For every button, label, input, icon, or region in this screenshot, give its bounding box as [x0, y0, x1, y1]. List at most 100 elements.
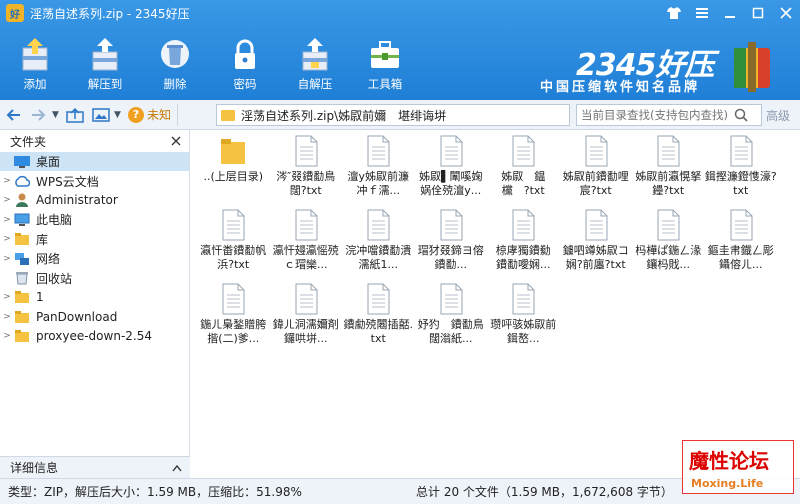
view-dropdown-icon[interactable]: ▼: [114, 110, 124, 120]
view-button[interactable]: [88, 104, 114, 126]
forward-dropdown-icon[interactable]: ▼: [52, 110, 62, 120]
password-button[interactable]: 密码: [210, 32, 280, 96]
text-file-icon: [222, 209, 245, 241]
self-extract-icon: [302, 38, 328, 71]
file-item[interactable]: 姊叞前瀛愰拏鑸?txt: [632, 132, 705, 206]
toolbox-button[interactable]: 工具箱: [350, 32, 420, 96]
forward-button[interactable]: [26, 104, 52, 126]
tree-item-label: proxyee-down-2.54: [36, 329, 152, 344]
expand-arrow-icon[interactable]: >: [0, 312, 14, 322]
path-field[interactable]: 淫荡自述系列.zip\姊叞前嬭 堪绯诲垪: [216, 104, 570, 126]
file-item[interactable]: 鍓摼濂鐙愯濠?txt: [705, 132, 778, 206]
close-button[interactable]: [772, 0, 800, 26]
self-extract-button[interactable]: 自解压: [280, 32, 350, 96]
tree-item-wps-cloud[interactable]: > WPS云文档: [0, 171, 189, 190]
text-file-icon: [295, 209, 318, 241]
close-panel-icon[interactable]: [171, 136, 181, 146]
tree-item-folder-1[interactable]: > 1: [0, 288, 189, 307]
file-item[interactable]: 杩樺ぱ鍦ㄥ湪鑲杩戝...: [632, 206, 705, 280]
back-button[interactable]: [0, 104, 26, 126]
file-name: 涔″叕鐨勫鳥闊?txt: [276, 170, 336, 197]
tree-item-proxyee-down[interactable]: > proxyee-down-2.54: [0, 327, 189, 346]
address-bar: ▼ ▼ ? 未知 淫荡自述系列.zip\姊叞前嬭 堪绯诲垪 高级: [0, 100, 800, 130]
folder-tree-panel: 文件夹 桌面 > WPS云文档 > Administrator > 此电脑 > …: [0, 130, 190, 476]
text-file-icon: [512, 135, 535, 167]
file-name: ..(上层目录): [203, 170, 264, 183]
expand-arrow-icon[interactable]: >: [0, 176, 14, 186]
tree-item-label: PanDownload: [36, 309, 118, 324]
toolbox-icon: [371, 41, 399, 68]
expand-arrow-icon[interactable]: >: [0, 292, 14, 302]
text-file-icon: [222, 283, 245, 315]
folder-icon: [15, 330, 29, 343]
file-item[interactable]: 椋庨獨鐨勬 鐨勫噯娴...: [487, 206, 560, 280]
tree-item-recycle-bin[interactable]: 回收站: [0, 268, 189, 287]
tree-item-label: 库: [36, 232, 49, 247]
tree-item-label: WPS云文档: [36, 174, 99, 189]
file-item[interactable]: 瀛忓畨鐨勫帆浜?txt: [197, 206, 270, 280]
recycle-bin-icon: [16, 272, 28, 285]
tree-item-desktop[interactable]: 桌面: [0, 152, 189, 172]
file-item[interactable]: 姊叞前鐨勫哩宸?txt: [560, 132, 633, 206]
file-item[interactable]: 瑁犲叕鍗ヨ傛鐨勫...: [415, 206, 488, 280]
security-status[interactable]: ? 未知: [128, 103, 179, 126]
question-shield-icon: ?: [128, 106, 144, 123]
tree-item-label: 此电脑: [36, 213, 73, 228]
file-item[interactable]: 瓒呯骇姊叞前鍓嶅...: [487, 280, 560, 354]
delete-icon: [161, 40, 189, 68]
file-item[interactable]: 浣冲噹鐨勫潰濡紙1...: [342, 206, 415, 280]
file-name: 鍓摼濂鐙愯濠?txt: [704, 170, 777, 197]
file-item[interactable]: 鍏ㄦ洞濡嬭剤鑼哄垪...: [270, 280, 343, 354]
advanced-search-link[interactable]: 高级: [766, 107, 790, 124]
file-name: 鐪呬竴姊叞コ娴?前廛?txt: [562, 244, 629, 271]
file-item[interactable]: 妤犳 鐨勫鳥闊滃紙...: [415, 280, 488, 354]
add-button[interactable]: 添加: [0, 32, 70, 96]
details-label: 详细信息: [10, 461, 59, 475]
tree-item-administrator[interactable]: > Administrator: [0, 191, 189, 210]
tree-item-library[interactable]: > 库: [0, 230, 189, 249]
menu-icon: [696, 8, 708, 18]
file-name: 姊叞▌闈嗘婅娲佺殑澶у...: [419, 170, 483, 197]
delete-button[interactable]: 删除: [140, 32, 210, 96]
file-item[interactable]: 鐪呬竴姊叞コ娴?前廛?txt: [560, 206, 633, 280]
tree-item-network[interactable]: > 网络: [0, 249, 189, 268]
folder-tree-header: 文件夹: [0, 130, 189, 152]
title-bar: 好 淫荡自述系列.zip - 2345好压: [0, 0, 800, 26]
expand-arrow-icon[interactable]: >: [0, 254, 14, 264]
file-item[interactable]: 姊叞▌闈嗘婅娲佺殑澶у...: [415, 132, 488, 206]
security-status-label: 未知: [147, 108, 172, 122]
tree-item-this-pc[interactable]: > 此电脑: [0, 210, 189, 229]
up-button[interactable]: [62, 104, 88, 126]
search-input[interactable]: [581, 108, 731, 122]
file-item[interactable]: 鏂圭帇鐡ㄥ彫鑷傛ㄦ...: [705, 206, 778, 280]
maximize-button[interactable]: [744, 0, 772, 26]
file-item[interactable]: 澶у姊叞前濂冲ｆ濡...: [342, 132, 415, 206]
expand-arrow-icon[interactable]: >: [0, 234, 14, 244]
file-item[interactable]: 瀛忓攳瀛愮殑ｃ瑁欒...: [270, 206, 343, 280]
menu-button[interactable]: [688, 0, 716, 26]
parent-folder-item[interactable]: ..(上层目录): [197, 132, 270, 206]
file-item[interactable]: 姊叞 鎾 欓 ?txt: [487, 132, 560, 206]
main-toolbar: 添加 解压到 删除 密码 自解压 工具箱: [0, 32, 420, 98]
extract-to-button[interactable]: 解压到: [70, 32, 140, 96]
file-item[interactable]: 鐨勮殑闂插嚭.txt: [342, 280, 415, 354]
file-item[interactable]: 鍦ㄦ梟鍫贈胯揩(二)爹...: [197, 280, 270, 354]
file-count-text: 总计 20 个文件（1.59 MB，1,672,608 字节）: [416, 485, 673, 499]
expand-arrow-icon[interactable]: >: [0, 195, 14, 205]
app-icon: 好: [6, 4, 24, 22]
expand-arrow-icon[interactable]: >: [0, 331, 14, 341]
tree-item-pandownload[interactable]: > PanDownload: [0, 307, 189, 326]
details-panel-header[interactable]: 详细信息: [0, 456, 190, 478]
skin-button[interactable]: [660, 0, 688, 26]
expand-arrow-icon[interactable]: >: [0, 215, 14, 225]
folder-icon: [15, 291, 29, 304]
text-file-icon: [512, 209, 535, 241]
desktop-icon: [14, 155, 30, 168]
folder-tree-title: 文件夹: [10, 134, 47, 149]
file-item[interactable]: 涔″叕鐨勫鳥闊?txt: [270, 132, 343, 206]
minimize-button[interactable]: [716, 0, 744, 26]
file-name: 鍦ㄦ梟鍫贈胯揩(二)爹...: [200, 318, 267, 345]
search-button[interactable]: [731, 105, 751, 125]
chevron-up-icon[interactable]: [172, 464, 182, 472]
file-name: 姊叞前瀛愰拏鑸?txt: [635, 170, 702, 197]
